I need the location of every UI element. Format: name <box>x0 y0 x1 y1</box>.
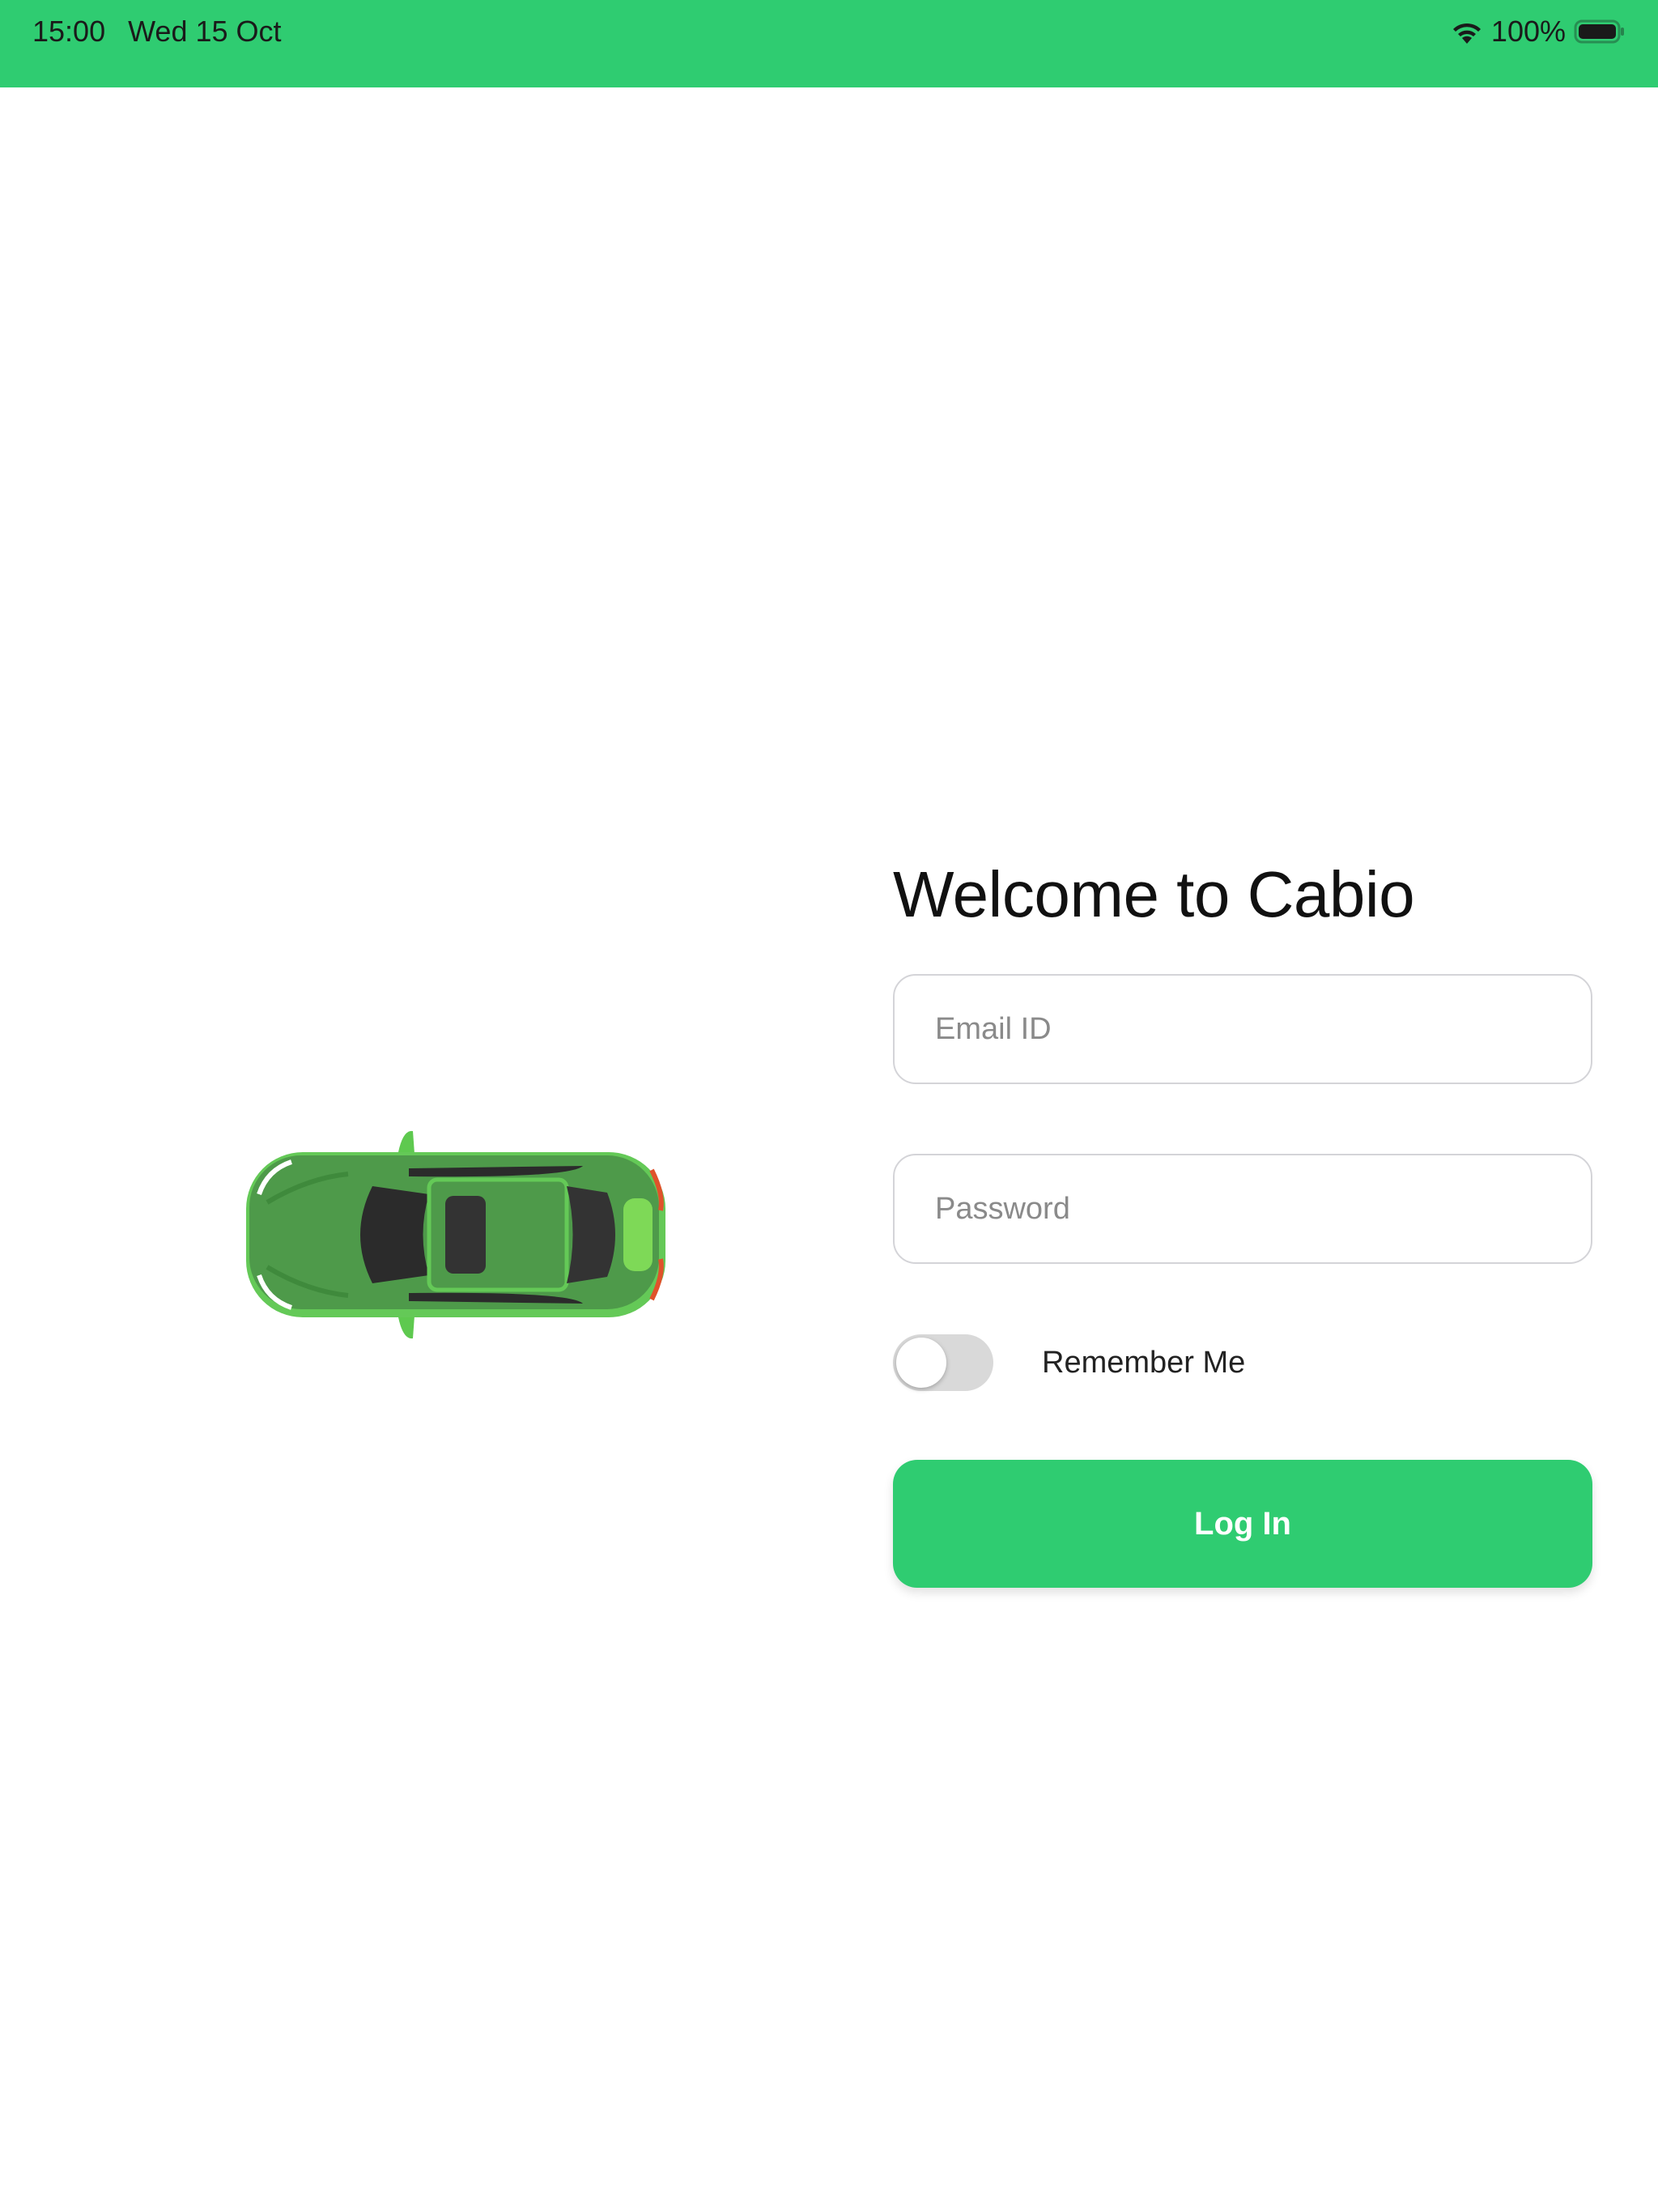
password-field[interactable] <box>893 1154 1592 1264</box>
status-right: 100% <box>1451 15 1626 49</box>
welcome-title: Welcome to Cabio <box>893 858 1415 930</box>
remember-me-toggle[interactable] <box>893 1334 993 1391</box>
remember-me-row: Remember Me <box>893 1334 1245 1391</box>
status-bar: 15:00 Wed 15 Oct 100% <box>0 0 1658 87</box>
status-time: 15:00 <box>32 15 106 48</box>
car-top-view-icon <box>243 1129 669 1340</box>
email-field[interactable] <box>893 974 1592 1084</box>
log-in-button[interactable]: Log In <box>893 1460 1592 1588</box>
status-left: 15:00 Wed 15 Oct <box>32 15 282 49</box>
login-form: Welcome to Cabio Remember Me Log In <box>893 850 1592 1588</box>
status-date: Wed 15 Oct <box>128 15 282 48</box>
login-screen: 15:00 Wed 15 Oct 100% Welcome to Cabio E… <box>0 0 1658 2212</box>
battery-icon <box>1574 18 1626 45</box>
remember-me-label: Remember Me <box>1042 1345 1246 1380</box>
toggle-knob <box>896 1338 946 1388</box>
battery-percentage: 100% <box>1490 15 1566 48</box>
wifi-icon <box>1451 19 1483 45</box>
